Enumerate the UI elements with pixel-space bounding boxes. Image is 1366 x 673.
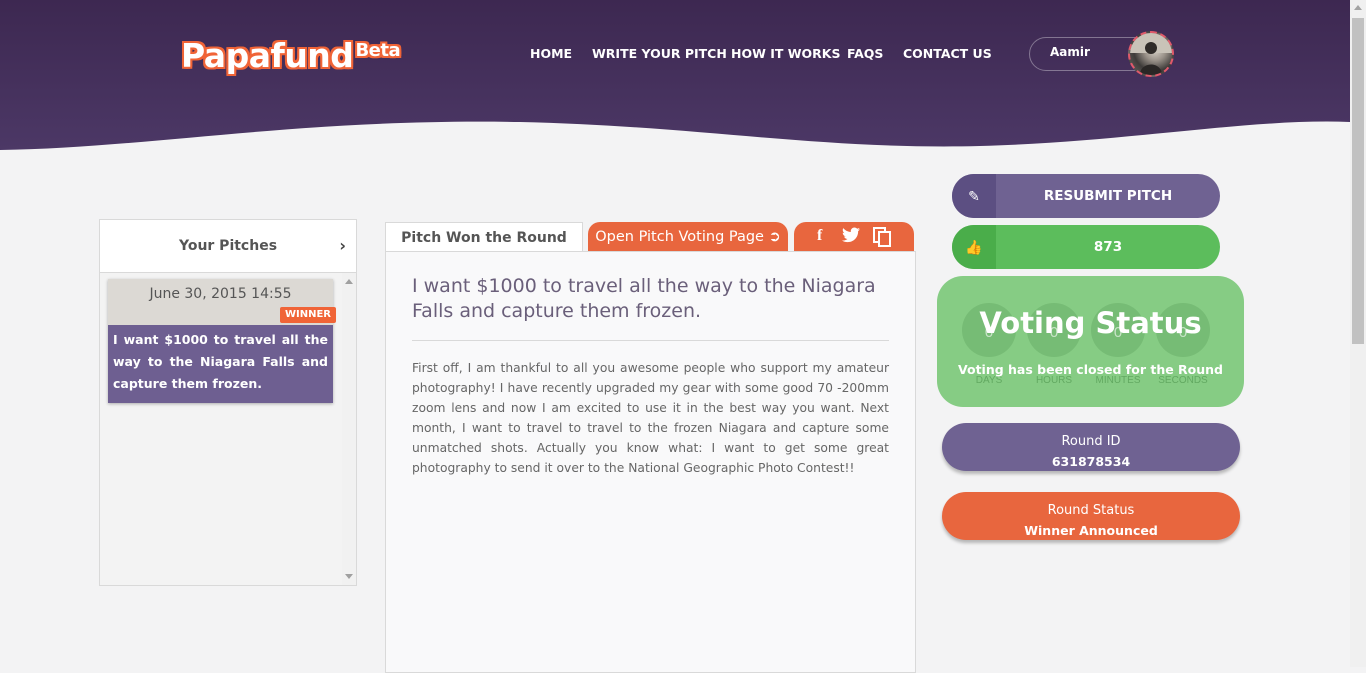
site-logo[interactable]: Papafund Beta bbox=[181, 36, 401, 75]
round-id-value: 631878534 bbox=[1051, 454, 1131, 469]
chevron-right-icon[interactable]: › bbox=[339, 220, 346, 272]
user-avatar[interactable] bbox=[1128, 31, 1174, 77]
votes-button[interactable]: 👍 873 bbox=[952, 225, 1220, 269]
scroll-thumb[interactable] bbox=[1352, 18, 1364, 344]
nav-home[interactable]: HOME bbox=[530, 46, 572, 61]
tab-pitch-won[interactable]: Pitch Won the Round bbox=[385, 222, 583, 253]
nav-faqs[interactable]: FAQS bbox=[847, 46, 883, 61]
round-id-pill: Round ID 631878534 bbox=[942, 423, 1240, 471]
edit-icon: ✎ bbox=[952, 174, 996, 218]
pitch-body: First off, I am thankful to all you awes… bbox=[412, 361, 889, 475]
pitch-card-title: I want $1000 to travel all the way to th… bbox=[108, 325, 333, 403]
resubmit-pitch-label: RESUBMIT PITCH bbox=[1043, 188, 1173, 204]
your-pitches-title: Your Pitches bbox=[178, 238, 278, 254]
voting-status-message: Voting has been closed for the Round bbox=[957, 362, 1224, 377]
vote-count: 873 bbox=[1093, 239, 1123, 255]
nav-how-it-works[interactable]: HOW IT WORKS bbox=[731, 46, 841, 61]
share-bar: f bbox=[794, 222, 914, 252]
scroll-down-arrow[interactable] bbox=[345, 574, 353, 579]
pitch-content: I want $1000 to travel all the way to th… bbox=[385, 251, 916, 673]
voting-status-title: Voting Status bbox=[979, 306, 1202, 340]
pitch-date: June 30, 2015 14:55 bbox=[149, 286, 292, 302]
open-voting-label: Open Pitch Voting Page bbox=[595, 229, 764, 245]
logo-beta-tag: Beta bbox=[355, 40, 401, 61]
pitches-list: June 30, 2015 14:55 WINNER I want $1000 … bbox=[100, 273, 356, 585]
your-pitches-header[interactable]: Your Pitches › bbox=[100, 220, 356, 273]
pitch-card[interactable]: June 30, 2015 14:55 WINNER I want $1000 … bbox=[108, 279, 336, 403]
user-name[interactable]: Aamir bbox=[1050, 45, 1090, 59]
avatar-photo bbox=[1130, 33, 1172, 75]
round-id-label: Round ID bbox=[1061, 434, 1121, 449]
voting-status-panel: 0 0 0 0 DAYS HOURS MINUTES SECONDS Votin… bbox=[937, 276, 1244, 407]
winner-badge: WINNER bbox=[279, 307, 336, 323]
twitter-icon[interactable] bbox=[842, 227, 860, 248]
nav-write-your-pitch[interactable]: WRITE YOUR PITCH bbox=[592, 46, 727, 61]
pitch-card-date-area: June 30, 2015 14:55 WINNER bbox=[108, 279, 336, 325]
logo-name: Papafund bbox=[181, 36, 354, 75]
round-status-label: Round Status bbox=[1047, 503, 1135, 518]
page-scrollbar[interactable] bbox=[1350, 0, 1366, 667]
copy-icon[interactable] bbox=[873, 227, 891, 252]
site-header: Papafund Beta HOME WRITE YOUR PITCH HOW I… bbox=[0, 0, 1350, 152]
external-link-icon: ➲ bbox=[768, 229, 781, 245]
scroll-up-arrow[interactable] bbox=[345, 279, 353, 284]
thumbs-up-icon: 👍 bbox=[952, 225, 996, 269]
round-status-pill: Round Status Winner Announced bbox=[942, 492, 1240, 540]
pitches-scrollbar[interactable] bbox=[342, 273, 356, 585]
resubmit-pitch-button[interactable]: ✎ RESUBMIT PITCH bbox=[952, 174, 1220, 218]
divider bbox=[412, 340, 889, 341]
facebook-icon[interactable]: f bbox=[817, 227, 822, 245]
pitch-title: I want $1000 to travel all the way to th… bbox=[412, 275, 876, 322]
scroll-up-arrow[interactable] bbox=[1354, 5, 1362, 10]
your-pitches-panel: Your Pitches › June 30, 2015 14:55 WINNE… bbox=[99, 219, 357, 586]
round-status-value: Winner Announced bbox=[1024, 523, 1158, 538]
open-voting-page-button[interactable]: Open Pitch Voting Page ➲ bbox=[588, 222, 788, 252]
nav-contact-us[interactable]: CONTACT US bbox=[903, 46, 992, 61]
